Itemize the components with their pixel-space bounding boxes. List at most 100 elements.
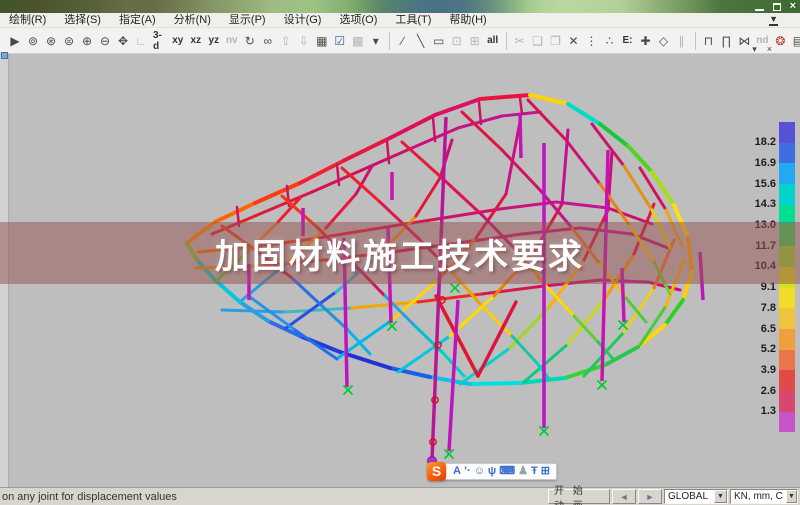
sogou-logo-icon[interactable]: S bbox=[427, 462, 446, 481]
axes-icon[interactable]: ∟ bbox=[133, 31, 149, 51]
legend-value-label: 5.2 bbox=[760, 343, 776, 356]
dimension-lines-icon[interactable]: ⋮ bbox=[584, 31, 600, 51]
select-line-icon[interactable]: ╲ bbox=[413, 31, 429, 51]
zoom-out-icon[interactable]: ⊖ bbox=[97, 31, 113, 51]
stairs-icon[interactable]: ▤ bbox=[790, 31, 800, 51]
view-xy-button[interactable]: xy bbox=[170, 31, 186, 51]
coord-system-select[interactable]: GLOBAL ▼ bbox=[664, 489, 728, 504]
view-3d-button[interactable]: 3-d bbox=[151, 30, 168, 52]
view-nv-button[interactable]: nv bbox=[224, 31, 240, 51]
legend-value-label: 16.9 bbox=[754, 156, 776, 169]
menu-display[interactable]: 显示(P) bbox=[220, 13, 275, 28]
display-options-icon[interactable]: ▩ bbox=[350, 31, 366, 51]
views-dropdown-icon[interactable]: ▾ bbox=[368, 31, 384, 51]
legend-color-segment bbox=[779, 142, 795, 164]
reshape-icon[interactable]: ⊡ bbox=[449, 31, 465, 51]
draw-frame-icon[interactable]: ⊓ bbox=[700, 31, 716, 51]
draw-brace-icon[interactable]: ⋈ bbox=[736, 31, 752, 51]
legend-value-label: 14.3 bbox=[754, 198, 776, 211]
legend-value-label: 7.8 bbox=[760, 301, 776, 314]
viewport-close-icon[interactable]: × bbox=[767, 44, 772, 55]
status-message: on any joint for displacement values bbox=[2, 491, 177, 503]
view-xz-button[interactable]: xz bbox=[188, 31, 204, 51]
menu-analyze[interactable]: 分析(N) bbox=[165, 13, 220, 28]
legend-value-label: 1.3 bbox=[760, 405, 776, 418]
legend-color-segment bbox=[779, 184, 795, 205]
zoom-previous-icon[interactable]: ⊜ bbox=[61, 31, 77, 51]
rotate-view-icon[interactable]: ↻ bbox=[242, 31, 258, 51]
joint-pattern-icon[interactable]: ∴ bbox=[602, 31, 618, 51]
snap-icon[interactable]: ⊞ bbox=[467, 31, 483, 51]
zoom-extents-icon[interactable]: ⊛ bbox=[43, 31, 59, 51]
cut-icon[interactable]: ✂ bbox=[512, 31, 528, 51]
punctuation-icon[interactable]: ’· bbox=[464, 464, 471, 479]
emoji-icon[interactable]: ☺ bbox=[474, 464, 485, 479]
object-visibility-icon[interactable]: ☑ bbox=[332, 31, 348, 51]
close-button[interactable]: × bbox=[790, 1, 796, 12]
legend-color-segment bbox=[779, 390, 795, 412]
menu-assign[interactable]: 指定(A) bbox=[110, 13, 165, 28]
legend-color-segment bbox=[779, 287, 795, 309]
draw-portal-icon[interactable]: ∏ bbox=[718, 31, 734, 51]
edit-grid-button[interactable]: E: bbox=[620, 31, 636, 51]
units-select[interactable]: KN, mm, C ▼ bbox=[730, 489, 798, 504]
menu-help[interactable]: 帮助(H) bbox=[440, 13, 495, 28]
legend-color-segment bbox=[779, 308, 795, 329]
minimize-button[interactable] bbox=[754, 3, 764, 11]
start-animation-button[interactable]: 开 始 动 画 bbox=[548, 486, 610, 505]
units-dropdown-icon[interactable]: ▼ bbox=[785, 490, 797, 503]
run-animation-icon[interactable]: ▶ bbox=[7, 31, 23, 51]
legend-value-label: 18.2 bbox=[754, 136, 776, 149]
menu-draw[interactable]: 绘制(R) bbox=[0, 13, 55, 28]
title-bar: × bbox=[0, 0, 800, 13]
menu-select[interactable]: 选择(S) bbox=[55, 13, 110, 28]
select-window-icon[interactable]: ▭ bbox=[431, 31, 447, 51]
perspective-icon[interactable]: ∞ bbox=[260, 31, 276, 51]
next-step-button[interactable]: ► bbox=[638, 489, 662, 504]
menu-tools[interactable]: 工具(T) bbox=[386, 13, 440, 28]
toolbar: ▶ ⊚ ⊛ ⊜ ⊕ ⊖ ✥ ∟ 3-d xy xz yz nv ↻ ∞ ⇧ ⇩ ▦ ☑ ▩ ▾ ∕ ╲ ▭ ⊡ ⊞ all ✂ ❏ ❐ ✕ ⋮… bbox=[0, 28, 800, 54]
english-toggle-icon[interactable]: A bbox=[453, 464, 461, 479]
parallel-icon[interactable]: ∥ bbox=[674, 31, 690, 51]
paste-icon[interactable]: ❐ bbox=[548, 31, 564, 51]
toolbar-separator bbox=[505, 31, 507, 50]
legend-value-label: 2.6 bbox=[760, 384, 776, 397]
account-icon[interactable]: ♟ bbox=[518, 464, 528, 479]
viewport-collapse-icon[interactable]: ▾ bbox=[752, 44, 757, 55]
coord-dropdown-icon[interactable]: ▼ bbox=[714, 490, 727, 503]
copy-icon[interactable]: ❏ bbox=[530, 31, 546, 51]
menu-bar: 绘制(R) 选择(S) 指定(A) 分析(N) 显示(P) 设计(G) 选项(O) 工具(T)… bbox=[0, 13, 800, 28]
legend-color-segment bbox=[779, 163, 795, 185]
move-down-icon[interactable]: ⇩ bbox=[296, 31, 312, 51]
maximize-button[interactable] bbox=[772, 2, 781, 11]
pan-icon[interactable]: ✥ bbox=[115, 31, 131, 51]
prev-step-button[interactable]: ◄ bbox=[612, 489, 636, 504]
child-window-icon bbox=[1, 52, 8, 59]
select-pointer-icon[interactable]: ∕ bbox=[395, 31, 411, 51]
legend-value-label: 3.9 bbox=[760, 363, 776, 376]
menu-options[interactable]: 选项(O) bbox=[330, 13, 386, 28]
area-icon[interactable]: ◇ bbox=[656, 31, 672, 51]
set-limits-icon[interactable]: ▦ bbox=[314, 31, 330, 51]
select-all-button[interactable]: all bbox=[485, 31, 501, 51]
move-icon[interactable]: ✚ bbox=[638, 31, 654, 51]
view-yz-button[interactable]: yz bbox=[206, 31, 222, 51]
zoom-window-icon[interactable]: ⊚ bbox=[25, 31, 41, 51]
legend-color-segment bbox=[779, 411, 795, 433]
voice-input-icon[interactable]: ψ bbox=[488, 464, 496, 479]
toolbox-icon[interactable]: ⊞ bbox=[541, 464, 550, 479]
legend-color-segment bbox=[779, 122, 795, 143]
soft-keyboard-icon[interactable]: ⌨ bbox=[499, 464, 515, 479]
delete-icon[interactable]: ✕ bbox=[566, 31, 582, 51]
skin-icon[interactable]: Ŧ bbox=[531, 464, 538, 479]
menu-design[interactable]: 设计(G) bbox=[275, 13, 331, 28]
import-arrow-icon[interactable]: ▼ bbox=[769, 15, 778, 26]
special-joint-icon[interactable]: ❂ bbox=[772, 31, 788, 51]
zoom-in-icon[interactable]: ⊕ bbox=[79, 31, 95, 51]
legend-color-segment bbox=[779, 349, 795, 371]
toolbar-separator bbox=[694, 31, 696, 50]
legend-value-label: 15.6 bbox=[754, 177, 776, 190]
toolbar-separator bbox=[388, 31, 390, 50]
input-method-bar: S A ’· ☺ ψ ⌨ ♟ Ŧ ⊞ bbox=[427, 461, 557, 482]
move-up-icon[interactable]: ⇧ bbox=[278, 31, 294, 51]
